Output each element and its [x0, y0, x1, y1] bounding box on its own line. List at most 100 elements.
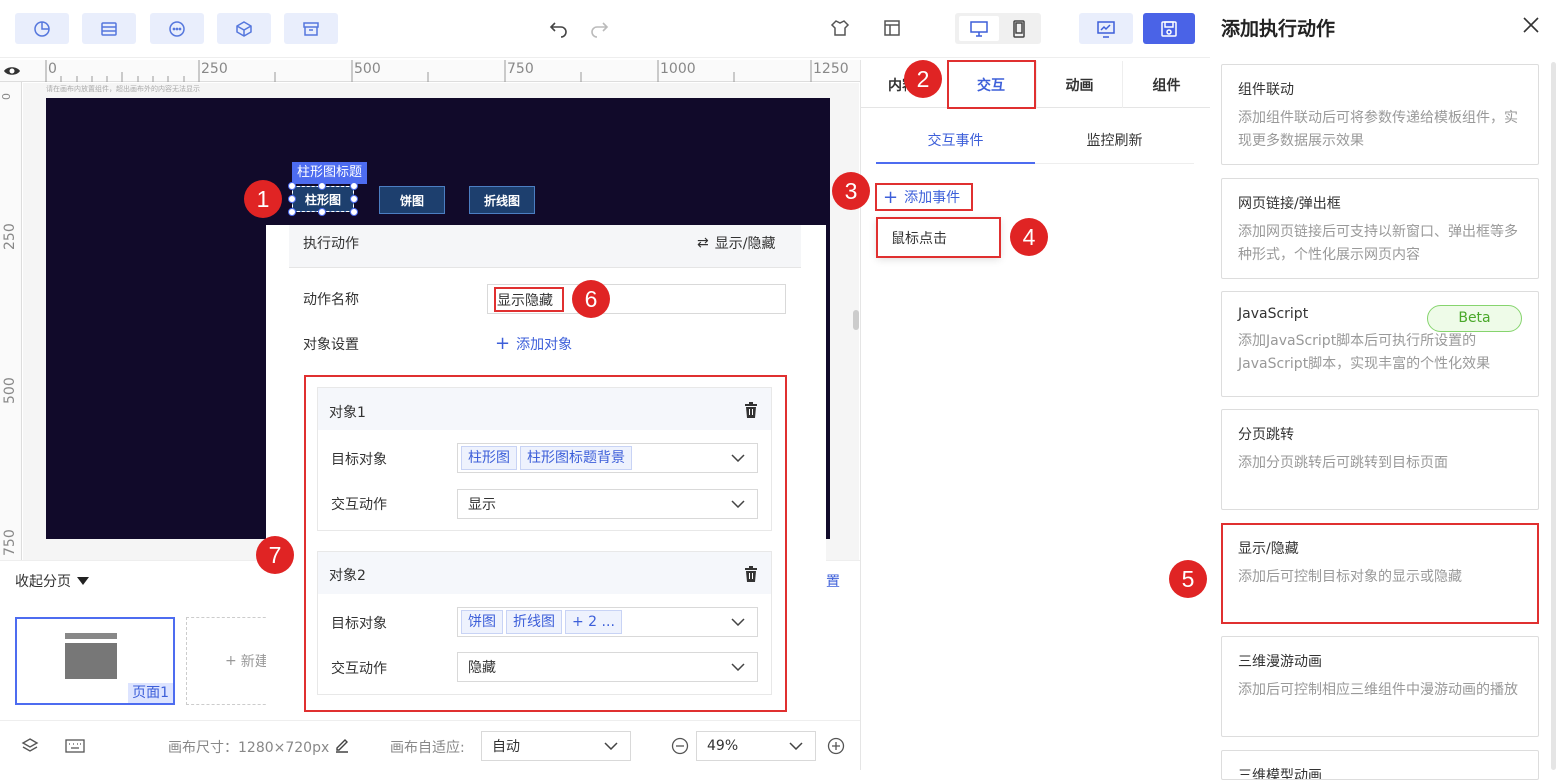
thumbnail-preview: [65, 633, 117, 639]
archive-icon[interactable]: [284, 13, 338, 44]
action-type-switch[interactable]: ⇄ 显示/隐藏: [697, 233, 775, 253]
card-desc: 添加JavaScript脚本后可执行所设置的JavaScript脚本，实现丰富的…: [1238, 333, 1491, 372]
tab-component[interactable]: 组件: [1122, 61, 1210, 108]
thumbnail-preview: [65, 643, 117, 679]
redo-icon[interactable]: [587, 16, 611, 40]
preview-icon[interactable]: [1079, 13, 1133, 44]
card-title: 组件联动: [1238, 82, 1294, 98]
action-type-label: 显示/隐藏: [714, 236, 776, 252]
card-web-link[interactable]: 网页链接/弹出框 添加网页链接后可支持以新窗口、弹出框等多种形式，个性化展示网页内…: [1221, 178, 1539, 279]
cube-icon[interactable]: [217, 13, 271, 44]
eye-icon[interactable]: [3, 64, 21, 80]
card-desc: 添加组件联动后可将参数传递给模板组件，实现更多数据展示效果: [1238, 110, 1518, 149]
swap-icon: ⇄: [697, 235, 709, 251]
resize-handle[interactable]: [318, 208, 326, 216]
mobile-icon[interactable]: [1005, 16, 1033, 41]
resize-handle[interactable]: [318, 182, 326, 190]
more-dots-icon[interactable]: [150, 13, 204, 44]
page-thumbnail[interactable]: 页面1: [15, 617, 175, 705]
zoom-out-icon[interactable]: [670, 736, 690, 756]
collapse-pages-button[interactable]: 收起分页: [15, 571, 89, 591]
add-target-label: 添加对象: [516, 337, 573, 353]
card-title: 三维漫游动画: [1238, 654, 1322, 670]
resize-handle[interactable]: [350, 182, 358, 190]
settings-grid-icon[interactable]: [880, 16, 904, 40]
new-page-label: 新建: [240, 654, 269, 670]
callout-badge: 5: [1169, 560, 1207, 598]
page-label: 页面1: [128, 683, 173, 703]
highlight-box: [1221, 523, 1539, 624]
edit-icon[interactable]: [333, 736, 351, 754]
add-target-button[interactable]: + 添加对象: [495, 334, 572, 354]
save-icon[interactable]: [1143, 13, 1195, 44]
property-panel: [860, 60, 1210, 770]
card-title: 三维模型动画: [1238, 768, 1322, 780]
target-settings-label: 对象设置: [303, 337, 359, 353]
storage-icon[interactable]: [82, 13, 136, 44]
card-title: 分页跳转: [1238, 427, 1294, 443]
highlight-box: [875, 183, 973, 211]
ruler-label: 250: [201, 61, 228, 77]
card-3d-roam-animation[interactable]: 三维漫游动画添加后可控制相应三维组件中漫游动画的播放: [1221, 636, 1539, 737]
layers-icon[interactable]: [20, 736, 40, 756]
chip-line-chart[interactable]: 折线图: [469, 186, 535, 214]
ruler-label: 750: [2, 529, 18, 556]
highlight-box: [494, 287, 564, 312]
action-panel-title: 执行动作: [303, 236, 359, 252]
scrollbar[interactable]: [1551, 62, 1556, 770]
new-page-button[interactable]: + 新建: [186, 617, 276, 705]
callout-badge: 2: [904, 60, 942, 98]
keyboard-icon[interactable]: [64, 736, 86, 756]
ruler-label: 1000: [660, 61, 696, 77]
plus-icon: +: [495, 333, 511, 354]
beta-badge: Beta: [1427, 305, 1522, 332]
subtab-events[interactable]: 交互事件: [876, 126, 1035, 164]
action-name-label: 动作名称: [303, 292, 359, 308]
card-desc: 添加分页跳转后可跳转到目标页面: [1238, 455, 1448, 471]
undo-icon[interactable]: [547, 16, 571, 40]
card-desc: 添加后可控制相应三维组件中漫游动画的播放: [1238, 682, 1518, 698]
subtab-monitor-refresh[interactable]: 监控刷新: [1035, 126, 1194, 164]
card-3d-model-animation[interactable]: 三维模型动画: [1221, 750, 1539, 780]
zoom-value: 49%: [707, 738, 739, 754]
canvas-size-label: 画布尺寸：1280×720px: [168, 740, 330, 756]
scrollbar[interactable]: [853, 310, 859, 330]
fit-label: 画布自适应:: [390, 740, 465, 756]
canvas-hint: 请在画布内放置组件，超出画布外的内容无法显示: [46, 85, 200, 93]
highlight-box: [304, 375, 787, 712]
card-title: 网页链接/弹出框: [1238, 196, 1341, 212]
theme-icon[interactable]: [828, 16, 852, 40]
chip-pie-chart[interactable]: 饼图: [379, 186, 445, 214]
ruler-label: 0: [48, 61, 57, 77]
fit-select[interactable]: 自动: [481, 731, 631, 761]
page-settings-link[interactable]: 置: [826, 571, 840, 591]
close-icon[interactable]: [1520, 14, 1542, 36]
ruler-label: 500: [354, 61, 381, 77]
ruler-label: 750: [507, 61, 534, 77]
resize-handle[interactable]: [288, 208, 296, 216]
tab-animation[interactable]: 动画: [1036, 61, 1122, 108]
callout-badge: 3: [832, 172, 870, 210]
callout-badge: 6: [572, 280, 610, 318]
component-title-tag: 柱形图标题: [292, 162, 368, 184]
card-page-jump[interactable]: 分页跳转添加分页跳转后可跳转到目标页面: [1221, 409, 1539, 510]
callout-badge: 7: [256, 536, 294, 574]
resize-handle[interactable]: [288, 182, 296, 190]
resize-handle[interactable]: [350, 208, 358, 216]
callout-badge: 4: [1010, 218, 1048, 256]
chart-pie-icon[interactable]: [15, 13, 69, 44]
fit-select-value: 自动: [492, 739, 520, 755]
drawer-title: 添加执行动作: [1221, 18, 1336, 40]
zoom-in-icon[interactable]: [826, 736, 846, 756]
zoom-select[interactable]: 49%: [696, 731, 816, 761]
card-component-link[interactable]: 组件联动添加组件联动后可将参数传递给模板组件，实现更多数据展示效果: [1221, 64, 1539, 165]
highlight-box: [947, 60, 1036, 109]
resize-handle[interactable]: [288, 195, 296, 203]
desktop-icon[interactable]: [959, 16, 999, 41]
ruler-label: 0: [0, 93, 13, 100]
ruler-label: 500: [2, 377, 18, 404]
ruler-label: 250: [2, 223, 18, 250]
card-javascript[interactable]: JavaScript 添加JavaScript脚本后可执行所设置的JavaScri…: [1221, 291, 1539, 397]
vertical-ruler: [0, 82, 22, 560]
resize-handle[interactable]: [350, 195, 358, 203]
